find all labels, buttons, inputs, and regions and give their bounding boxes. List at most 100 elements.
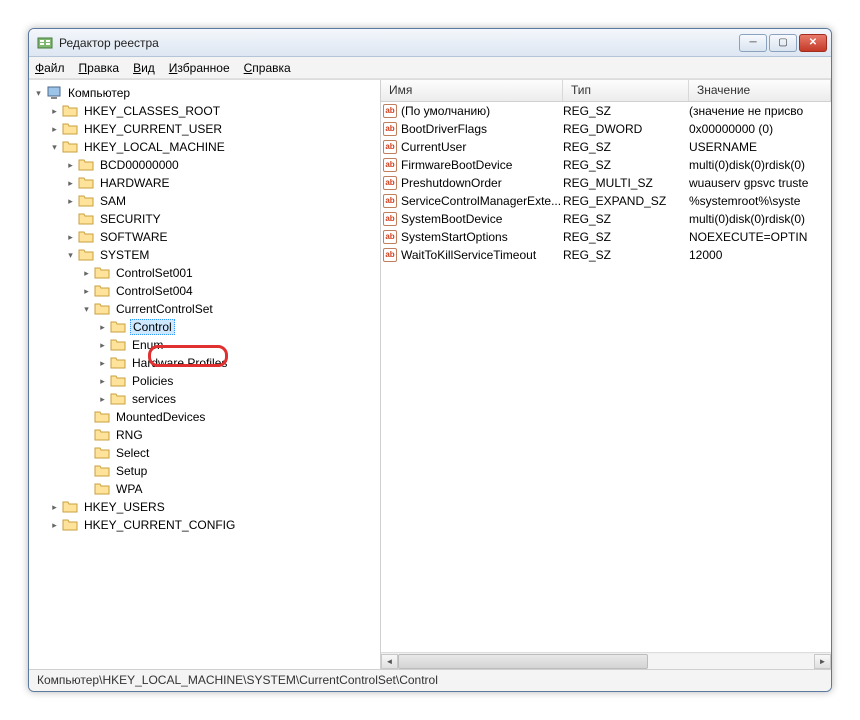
tree-hkcc[interactable]: ▸ HKEY_CURRENT_CONFIG <box>33 516 380 534</box>
tree-hkcu[interactable]: ▸ HKEY_CURRENT_USER <box>33 120 380 138</box>
folder-icon <box>94 410 110 424</box>
col-name[interactable]: Имя <box>381 80 563 101</box>
list-item[interactable]: ab ServiceControlManagerExte... REG_EXPA… <box>381 192 831 210</box>
folder-icon <box>94 446 110 460</box>
expander-icon[interactable]: ▸ <box>65 178 76 189</box>
folder-icon <box>78 212 94 226</box>
list-item[interactable]: ab CurrentUser REG_SZ USERNAME <box>381 138 831 156</box>
folder-icon <box>62 500 78 514</box>
tree-sam[interactable]: ▸ SAM <box>33 192 380 210</box>
list-body[interactable]: ab (По умолчанию) REG_SZ (значение не пр… <box>381 102 831 652</box>
h-scrollbar[interactable]: ◄ ► <box>381 652 831 669</box>
expander-icon[interactable]: ▸ <box>49 106 60 117</box>
tree-label: Control <box>130 319 175 335</box>
tree-panel[interactable]: ▾ Компьютер ▸ HKEY_CLASSES_ROOT ▸ HKEY_C… <box>29 80 381 669</box>
menu-favorites[interactable]: Избранное <box>169 61 230 75</box>
expander-icon[interactable]: ▾ <box>33 88 44 99</box>
tree-wpa[interactable]: WPA <box>33 480 380 498</box>
list-item[interactable]: ab (По умолчанию) REG_SZ (значение не пр… <box>381 102 831 120</box>
tree-hkcr[interactable]: ▸ HKEY_CLASSES_ROOT <box>33 102 380 120</box>
expander-icon[interactable]: ▸ <box>49 502 60 513</box>
tree-cs004[interactable]: ▸ ControlSet004 <box>33 282 380 300</box>
list-header: Имя Тип Значение <box>381 80 831 102</box>
menu-file[interactable]: Файл <box>35 61 65 75</box>
expander-icon[interactable]: ▸ <box>65 232 76 243</box>
value-data: (значение не присво <box>689 104 831 118</box>
tree-label: Setup <box>114 464 149 478</box>
tree-root[interactable]: ▾ Компьютер <box>33 84 380 102</box>
close-button[interactable]: ✕ <box>799 34 827 52</box>
folder-icon <box>110 356 126 370</box>
tree-hklm[interactable]: ▾ HKEY_LOCAL_MACHINE <box>33 138 380 156</box>
value-type: REG_SZ <box>563 248 689 262</box>
scroll-thumb[interactable] <box>398 654 648 669</box>
list-item[interactable]: ab SystemStartOptions REG_SZ NOEXECUTE=O… <box>381 228 831 246</box>
menu-help[interactable]: Справка <box>244 61 291 75</box>
tree-enum[interactable]: ▸ Enum <box>33 336 380 354</box>
expander-icon[interactable]: ▸ <box>97 376 108 387</box>
regedit-window: Редактор реестра ─ ▢ ✕ Файл Правка Вид И… <box>28 28 832 692</box>
expander-icon[interactable]: ▾ <box>81 304 92 315</box>
col-type[interactable]: Тип <box>563 80 689 101</box>
tree-bcd[interactable]: ▸ BCD00000000 <box>33 156 380 174</box>
maximize-button[interactable]: ▢ <box>769 34 797 52</box>
expander-icon[interactable]: ▸ <box>97 358 108 369</box>
minimize-button[interactable]: ─ <box>739 34 767 52</box>
value-type: REG_SZ <box>563 212 689 226</box>
value-name: SystemStartOptions <box>399 230 563 244</box>
tree-security[interactable]: SECURITY <box>33 210 380 228</box>
computer-icon <box>46 86 62 100</box>
value-icon: ab <box>381 212 399 226</box>
expander-icon[interactable]: ▸ <box>65 160 76 171</box>
titlebar[interactable]: Редактор реестра ─ ▢ ✕ <box>29 29 831 57</box>
expander-icon[interactable]: ▾ <box>65 250 76 261</box>
tree-system[interactable]: ▾ SYSTEM <box>33 246 380 264</box>
tree-label: HKEY_CURRENT_USER <box>82 122 224 136</box>
folder-icon <box>62 518 78 532</box>
tree-services[interactable]: ▸ services <box>33 390 380 408</box>
list-item[interactable]: ab WaitToKillServiceTimeout REG_SZ 12000 <box>381 246 831 264</box>
list-item[interactable]: ab PreshutdownOrder REG_MULTI_SZ wuauser… <box>381 174 831 192</box>
col-value[interactable]: Значение <box>689 80 831 101</box>
scroll-right-icon[interactable]: ► <box>814 654 831 669</box>
menu-view[interactable]: Вид <box>133 61 155 75</box>
value-type: REG_SZ <box>563 230 689 244</box>
value-data: 0x00000000 (0) <box>689 122 831 136</box>
expander-icon[interactable]: ▸ <box>49 124 60 135</box>
expander-icon[interactable]: ▸ <box>97 394 108 405</box>
expander-icon[interactable]: ▸ <box>81 286 92 297</box>
tree-control[interactable]: ▸ Control <box>33 318 380 336</box>
folder-icon <box>78 194 94 208</box>
value-icon: ab <box>381 248 399 262</box>
folder-icon <box>110 374 126 388</box>
scroll-left-icon[interactable]: ◄ <box>381 654 398 669</box>
list-item[interactable]: ab FirmwareBootDevice REG_SZ multi(0)dis… <box>381 156 831 174</box>
tree-setup[interactable]: Setup <box>33 462 380 480</box>
value-icon: ab <box>381 158 399 172</box>
list-item[interactable]: ab SystemBootDevice REG_SZ multi(0)disk(… <box>381 210 831 228</box>
list-item[interactable]: ab BootDriverFlags REG_DWORD 0x00000000 … <box>381 120 831 138</box>
tree-label: RNG <box>114 428 145 442</box>
value-type: REG_EXPAND_SZ <box>563 194 689 208</box>
expander-icon[interactable]: ▸ <box>97 340 108 351</box>
expander-icon[interactable]: ▾ <box>49 142 60 153</box>
expander-icon[interactable]: ▸ <box>49 520 60 531</box>
tree-hwprofiles[interactable]: ▸ Hardware Profiles <box>33 354 380 372</box>
scroll-track[interactable] <box>398 654 814 669</box>
expander-icon[interactable]: ▸ <box>65 196 76 207</box>
value-data: NOEXECUTE=OPTIN <box>689 230 831 244</box>
expander-icon[interactable]: ▸ <box>81 268 92 279</box>
expander-icon[interactable]: ▸ <box>97 322 108 333</box>
tree-mounted[interactable]: MountedDevices <box>33 408 380 426</box>
tree-cs001[interactable]: ▸ ControlSet001 <box>33 264 380 282</box>
tree-hku[interactable]: ▸ HKEY_USERS <box>33 498 380 516</box>
tree-select[interactable]: Select <box>33 444 380 462</box>
tree-hardware[interactable]: ▸ HARDWARE <box>33 174 380 192</box>
tree-label: SAM <box>98 194 128 208</box>
tree-software[interactable]: ▸ SOFTWARE <box>33 228 380 246</box>
menu-edit[interactable]: Правка <box>79 61 120 75</box>
tree-label: ControlSet004 <box>114 284 195 298</box>
tree-rng[interactable]: RNG <box>33 426 380 444</box>
tree-policies[interactable]: ▸ Policies <box>33 372 380 390</box>
tree-ccs[interactable]: ▾ CurrentControlSet <box>33 300 380 318</box>
